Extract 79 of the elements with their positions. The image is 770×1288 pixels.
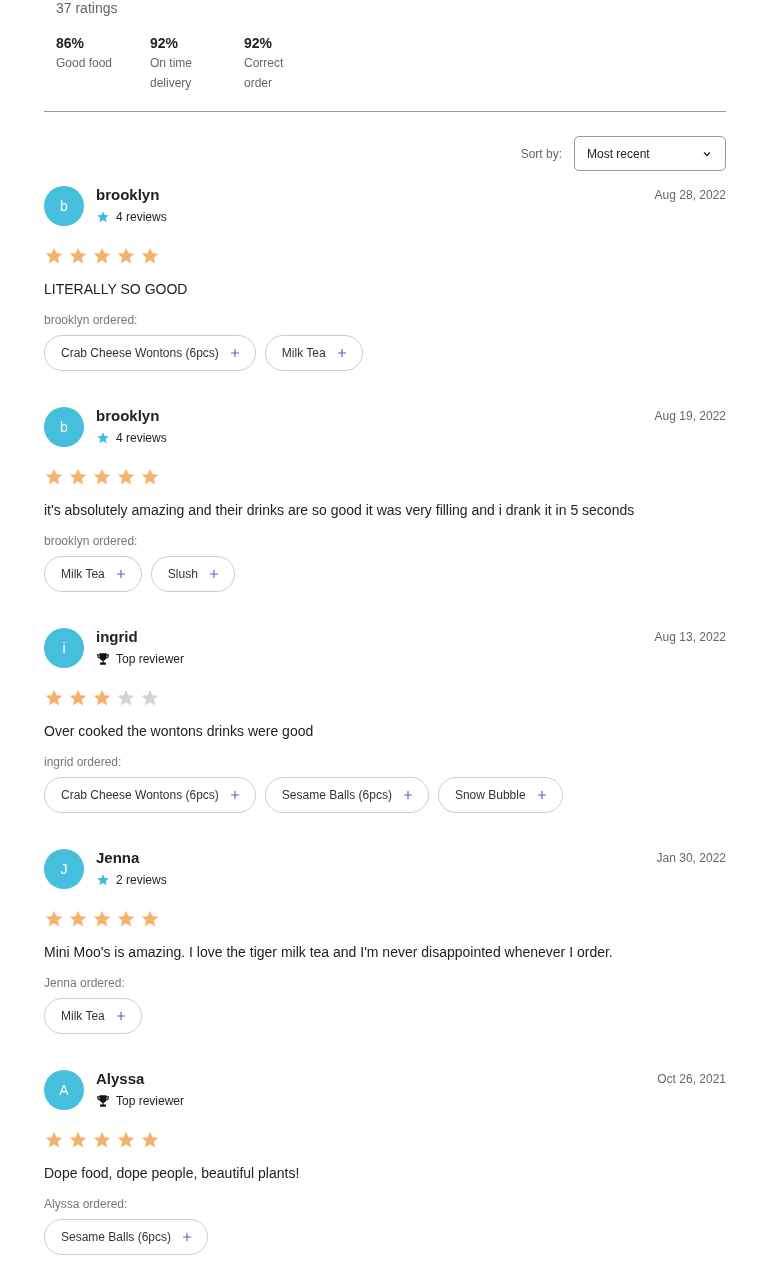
sort-label: Sort by: [520,145,562,163]
reviewer-name: brooklyn [96,186,161,204]
star-icon [92,467,112,487]
star-icon [96,873,110,887]
reviewer-name: brooklyn [96,407,161,425]
review-date: Jan 30, 2022 [656,850,726,867]
avatar: J [44,849,84,889]
star-icon [140,467,160,487]
stat-value: 92% [244,35,274,51]
ordered-label: brooklyn ordered: [44,533,139,550]
star-icon [140,246,160,266]
trophy-icon [96,652,110,666]
star-icon [116,1130,136,1150]
plus-icon [230,791,239,799]
avatar: A [44,1070,84,1110]
review-date: Oct 26, 2021 [657,1071,726,1088]
ordered-label: brooklyn ordered: [44,312,139,329]
avatar: i [44,628,84,668]
star-icon [96,210,110,224]
plus-icon [230,349,239,357]
review-text: Mini Moo's is amazing. I love the tiger milk tea and I'm never disappointed whenever I order. [44,943,614,962]
stat-label: Good food [56,55,114,72]
star-icon [116,909,136,929]
plus-icon [537,791,546,799]
trophy-icon [96,1094,110,1108]
ordered-item-chip[interactable]: Sesame Balls (6pcs) [44,1219,209,1255]
review-text: Dope food, dope people, beautiful plants! [44,1164,301,1183]
star-icon [44,467,64,487]
star-icon [116,246,136,266]
reviewer-name: ingrid [96,628,139,646]
plus-icon [403,791,412,799]
star-icon [92,909,112,929]
star-icon [68,246,88,266]
review-text: Over cooked the wontons drinks were good [44,722,315,741]
star-icon [68,909,88,929]
ordered-label: Jenna ordered: [44,975,126,992]
stat-label: On time delivery [150,55,193,92]
ordered-label: ingrid ordered: [44,754,123,771]
ordered-label: Alyssa ordered: [44,1196,129,1213]
plus-icon [116,570,125,578]
review-date: Aug 28, 2022 [654,187,726,204]
star-icon [116,467,136,487]
star-icon [44,688,64,708]
star-icon [68,688,88,708]
reviewer-badge-text: 4 reviews [116,430,167,447]
stat-value: 86% [56,35,86,51]
reviewer-badge-text: 4 reviews [116,209,167,226]
reviewer-badge-text: Top reviewer [116,651,185,668]
plus-icon [183,1233,192,1241]
star-icon [44,1130,64,1150]
stat-value: 92% [150,35,180,51]
stat-label: Correct order [244,55,285,92]
star-icon [116,688,136,708]
star-icon [44,246,64,266]
review-text: it's absolutely amazing and their drinks are so good it was very filling and i drank it in 5 seconds [44,501,636,520]
star-icon [68,1130,88,1150]
star-icon [92,246,112,266]
ratings-count: 37 ratings [56,0,119,16]
review-date: Aug 13, 2022 [654,629,726,646]
star-icon [68,467,88,487]
star-icon [140,909,160,929]
reviewer-name: Jenna [96,849,141,867]
reviewer-badge-text: Top reviewer [116,1093,185,1110]
star-icon [92,688,112,708]
star-icon [92,1130,112,1150]
reviewer-name: Alyssa [96,1070,146,1088]
star-icon [44,909,64,929]
sort-dropdown[interactable]: Most recent [574,136,726,171]
plus-icon [116,1012,125,1020]
reviewer-badge-text: 2 reviews [116,872,167,889]
review-text: LITERALLY SO GOOD [44,280,189,299]
star-icon [140,1130,160,1150]
avatar: b [44,186,84,226]
plus-icon [209,570,218,578]
avatar: b [44,407,84,447]
plus-icon [337,349,346,357]
review-date: Aug 19, 2022 [654,408,726,425]
star-icon [140,688,160,708]
star-icon [96,431,110,445]
